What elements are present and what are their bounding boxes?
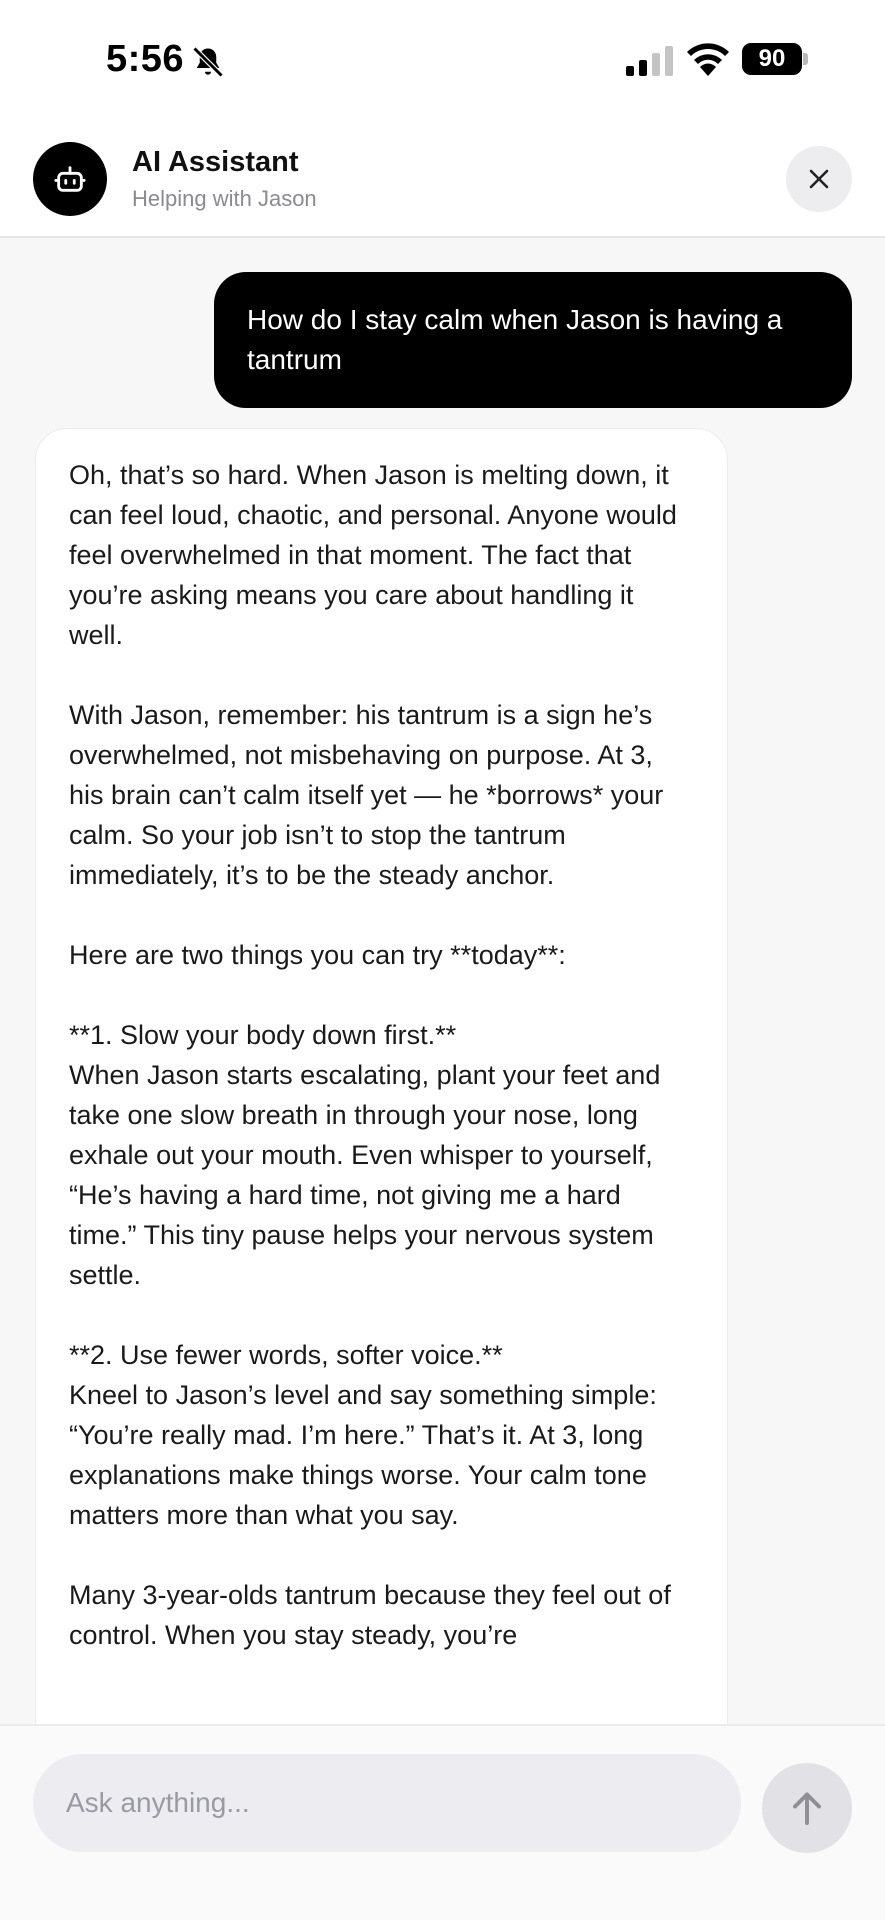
arrow-up-icon [793, 1792, 821, 1825]
assistant-name: AI Assistant [132, 146, 299, 178]
bell-slash-icon [192, 46, 224, 78]
assistant-paragraph: With Jason, remember: his tantrum is a s… [69, 700, 664, 890]
chat-header: AI Assistant Helping with Jason [0, 120, 885, 238]
assistant-subtitle: Helping with Jason [132, 186, 317, 211]
assistant-message: Oh, that’s so hard. When Jason is meltin… [35, 428, 728, 1724]
battery-tip [803, 53, 808, 65]
battery-level: 90 [758, 45, 786, 72]
tip-body: When Jason starts escalating, plant your… [69, 1060, 661, 1290]
close-button[interactable] [786, 146, 852, 212]
assistant-paragraph: Here are two things you can try **today*… [69, 940, 566, 970]
robot-icon [54, 166, 86, 192]
assistant-paragraph: Oh, that’s so hard. When Jason is meltin… [69, 460, 677, 650]
screen: 5:56 90 AI Assistant Helping with Jason … [0, 0, 885, 1920]
assistant-tip-1: **1. Slow your body down first.** When Ja… [69, 1015, 693, 1295]
input-bar [0, 1724, 885, 1920]
ask-input[interactable] [33, 1754, 741, 1852]
assistant-tip-2: **2. Use fewer words, softer voice.** Kne… [69, 1335, 693, 1535]
wifi-icon [687, 43, 729, 76]
tip-heading: **2. Use fewer words, softer voice.** [69, 1340, 503, 1370]
cellular-signal-icon [626, 46, 673, 76]
tip-body: Kneel to Jason’s level and say something… [69, 1380, 657, 1530]
user-message: How do I stay calm when Jason is having … [214, 272, 852, 408]
tip-heading: **1. Slow your body down first.** [69, 1020, 457, 1050]
status-time: 5:56 [106, 38, 185, 80]
message-list[interactable]: How do I stay calm when Jason is having … [0, 240, 885, 1724]
assistant-paragraph: Many 3-year-olds tantrum because they fe… [69, 1580, 671, 1650]
send-button[interactable] [762, 1763, 852, 1853]
battery-icon: 90 [742, 43, 808, 75]
status-bar: 5:56 90 [0, 0, 885, 120]
close-icon [809, 169, 829, 189]
avatar [33, 142, 107, 216]
